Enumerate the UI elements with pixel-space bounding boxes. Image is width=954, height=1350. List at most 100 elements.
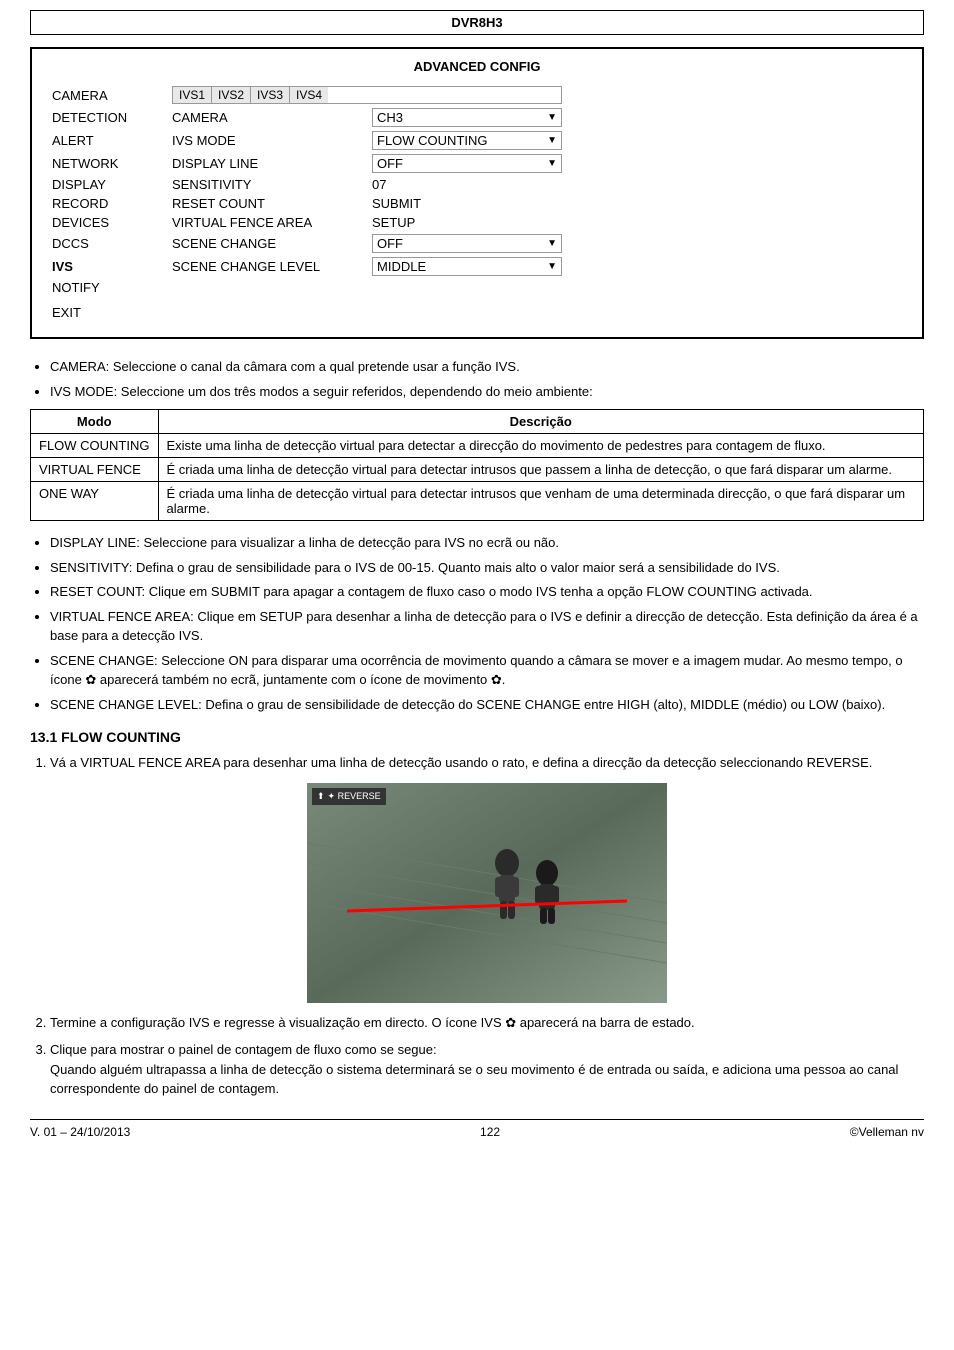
mode-table-row: ONE WAY É criada uma linha de detecção v…: [31, 482, 924, 521]
mode-name: FLOW COUNTING: [31, 434, 159, 458]
mode-col-header: Modo: [31, 410, 159, 434]
exit-right: [367, 303, 567, 322]
mode-table-row: VIRTUAL FENCE É criada uma linha de dete…: [31, 458, 924, 482]
camera-image-inner: ⬆ ✦ REVERSE: [307, 783, 667, 1003]
submit-button-cell: SUBMIT: [367, 194, 567, 213]
mode-description: É criada uma linha de detecção virtual p…: [158, 482, 924, 521]
table-row: DCCS SCENE CHANGE OFF ▼: [47, 232, 907, 255]
mode-table-row: FLOW COUNTING Existe uma linha de detecç…: [31, 434, 924, 458]
page-footer: V. 01 – 24/10/2013 122 ©Velleman nv: [30, 1119, 924, 1139]
bullet-item: SCENE CHANGE: Seleccione ON para dispara…: [50, 651, 924, 690]
table-row: DISPLAY SENSITIVITY 07: [47, 175, 907, 194]
detection-label: DETECTION: [47, 106, 167, 129]
description-col-header: Descrição: [158, 410, 924, 434]
table-row: NOTIFY: [47, 278, 907, 297]
bullet-item: CAMERA: Seleccione o canal da câmara com…: [50, 357, 924, 377]
display-label: DISPLAY: [47, 175, 167, 194]
step-2: Termine a configuração IVS e regresse à …: [50, 1013, 924, 1033]
display-line-dropdown[interactable]: OFF ▼: [372, 154, 562, 173]
scene-change-dropdown-cell: OFF ▼: [367, 232, 567, 255]
ivs-mode-dropdown[interactable]: FLOW COUNTING ▼: [372, 131, 562, 150]
table-row: RECORD RESET COUNT SUBMIT: [47, 194, 907, 213]
mode-table-header-row: Modo Descrição: [31, 410, 924, 434]
exit-mid: [167, 303, 367, 322]
setup-button[interactable]: SETUP: [372, 215, 415, 230]
chevron-down-icon: ▼: [547, 238, 557, 249]
network-label: NETWORK: [47, 152, 167, 175]
reverse-label: ✦ REVERSE: [328, 790, 381, 804]
mode-description: Existe uma linha de detecção virtual par…: [158, 434, 924, 458]
notify-mid: [167, 278, 367, 297]
sensitivity-label: SENSITIVITY: [167, 175, 367, 194]
chevron-down-icon: ▼: [547, 158, 557, 169]
sensitivity-value-cell: 07: [367, 175, 567, 194]
setup-button-cell: SETUP: [367, 213, 567, 232]
camera-field-label: CAMERA: [167, 106, 367, 129]
advanced-config-box: ADVANCED CONFIG CAMERA IVS1 IVS2 IVS3 IV…: [30, 47, 924, 339]
ivs4-tab[interactable]: IVS4: [290, 87, 328, 103]
virtual-fence-area-label: VIRTUAL FENCE AREA: [167, 213, 367, 232]
scene-change-level-label: SCENE CHANGE LEVEL: [167, 255, 367, 278]
section-13-1-heading: 13.1 FLOW COUNTING: [30, 729, 924, 745]
bullet-list-1: CAMERA: Seleccione o canal da câmara com…: [50, 357, 924, 401]
ivs-mode-label: IVS MODE: [167, 129, 367, 152]
advanced-config-title: ADVANCED CONFIG: [47, 59, 907, 74]
bullet-item: IVS MODE: Seleccione um dos três modos a…: [50, 382, 924, 402]
bullet-item: RESET COUNT: Clique em SUBMIT para apaga…: [50, 582, 924, 602]
config-table: CAMERA IVS1 IVS2 IVS3 IVS4 DETECTION CAM…: [47, 84, 907, 322]
bullet-item: DISPLAY LINE: Seleccione para visualizar…: [50, 533, 924, 553]
chevron-down-icon: ▼: [547, 135, 557, 146]
ivs-tabs-cell: IVS1 IVS2 IVS3 IVS4: [167, 84, 567, 106]
camera-value: CH3: [377, 110, 403, 125]
scene-change-dropdown[interactable]: OFF ▼: [372, 234, 562, 253]
table-row: EXIT: [47, 303, 907, 322]
footer-copyright: ©Velleman nv: [850, 1125, 924, 1139]
numbered-list: Vá a VIRTUAL FENCE AREA para desenhar um…: [50, 753, 924, 1099]
scene-change-level-dropdown[interactable]: MIDDLE ▼: [372, 257, 562, 276]
display-line-dropdown-cell: OFF ▼: [367, 152, 567, 175]
ivs-mode-dropdown-cell: FLOW COUNTING ▼: [367, 129, 567, 152]
header-title: DVR8H3: [451, 15, 502, 30]
chevron-down-icon: ▼: [547, 261, 557, 272]
step-3: Clique para mostrar o painel de contagem…: [50, 1040, 924, 1099]
table-row: CAMERA IVS1 IVS2 IVS3 IVS4: [47, 84, 907, 106]
scene-change-level-value: MIDDLE: [377, 259, 426, 274]
camera-dropdown[interactable]: CH3 ▼: [372, 108, 562, 127]
ivs-tabs: IVS1 IVS2 IVS3 IVS4: [172, 86, 562, 104]
record-label: RECORD: [47, 194, 167, 213]
camera-image: ⬆ ✦ REVERSE: [307, 783, 667, 1003]
notify-label: NOTIFY: [47, 278, 167, 297]
camera-dropdown-cell: CH3 ▼: [367, 106, 567, 129]
ivs1-tab[interactable]: IVS1: [173, 87, 212, 103]
step-1: Vá a VIRTUAL FENCE AREA para desenhar um…: [50, 753, 924, 1003]
ivs2-tab[interactable]: IVS2: [212, 87, 251, 103]
chevron-down-icon: ▼: [547, 112, 557, 123]
ivs-mode-value: FLOW COUNTING: [377, 133, 488, 148]
footer-version: V. 01 – 24/10/2013: [30, 1125, 130, 1139]
reset-count-label: RESET COUNT: [167, 194, 367, 213]
bullet-item: VIRTUAL FENCE AREA: Clique em SETUP para…: [50, 607, 924, 646]
page-header: DVR8H3: [30, 10, 924, 35]
reverse-badge: ⬆ ✦ REVERSE: [312, 788, 386, 806]
reverse-icon: ⬆: [317, 790, 325, 804]
sensitivity-value: 07: [372, 177, 386, 192]
mode-description: É criada uma linha de detecção virtual p…: [158, 458, 924, 482]
devices-label: DEVICES: [47, 213, 167, 232]
table-row: DETECTION CAMERA CH3 ▼: [47, 106, 907, 129]
mode-table: Modo Descrição FLOW COUNTING Existe uma …: [30, 409, 924, 521]
notify-right: [367, 278, 567, 297]
ivs3-tab[interactable]: IVS3: [251, 87, 290, 103]
bullet-list-2: DISPLAY LINE: Seleccione para visualizar…: [50, 533, 924, 714]
bullet-item: SCENE CHANGE LEVEL: Defina o grau de sen…: [50, 695, 924, 715]
dccs-label: DCCS: [47, 232, 167, 255]
display-line-label: DISPLAY LINE: [167, 152, 367, 175]
submit-button[interactable]: SUBMIT: [372, 196, 421, 211]
table-row: NETWORK DISPLAY LINE OFF ▼: [47, 152, 907, 175]
display-line-value: OFF: [377, 156, 403, 171]
table-row: ALERT IVS MODE FLOW COUNTING ▼: [47, 129, 907, 152]
scene-change-value: OFF: [377, 236, 403, 251]
ivs-label: IVS: [47, 255, 167, 278]
bullet-item: SENSITIVITY: Defina o grau de sensibilid…: [50, 558, 924, 578]
table-row: DEVICES VIRTUAL FENCE AREA SETUP: [47, 213, 907, 232]
mode-name: VIRTUAL FENCE: [31, 458, 159, 482]
